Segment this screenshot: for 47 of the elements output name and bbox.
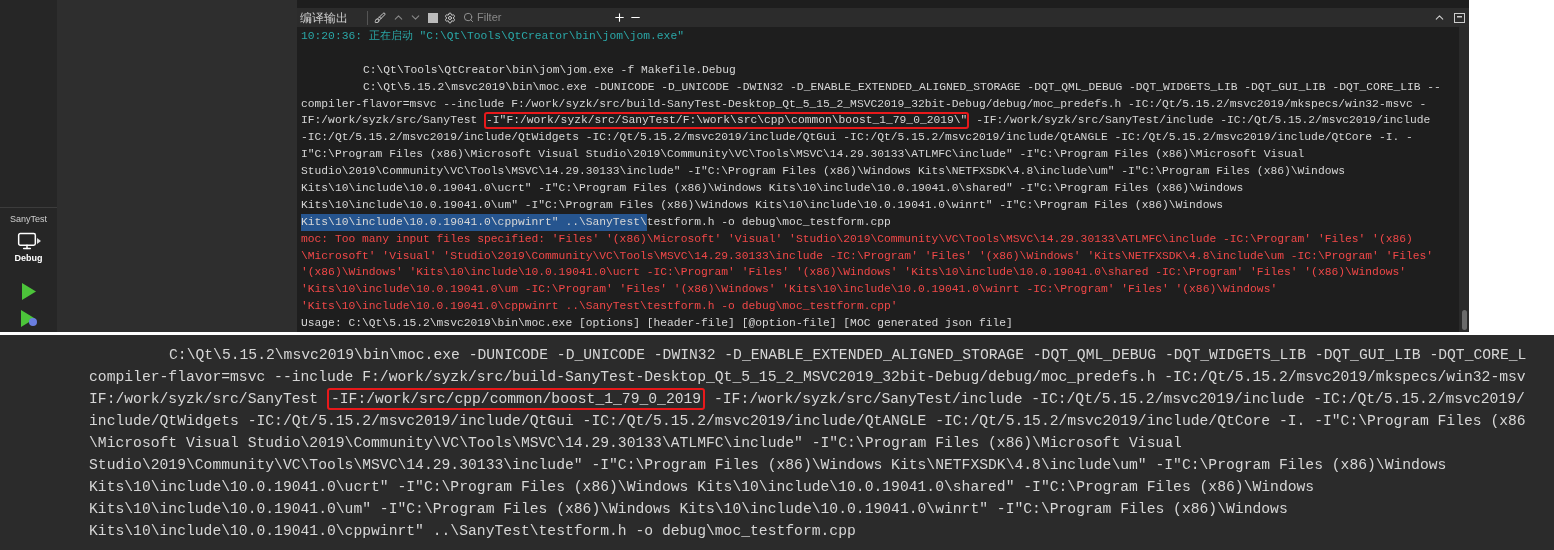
selected-text: Kits\10\include\10.0.19041.0\cppwinrt" ..\SanyTest\ bbox=[301, 213, 647, 231]
clear-icon[interactable] bbox=[374, 11, 386, 24]
output-line: Studio\2019\Community\VC\Tools\MSVC\14.29.30133\include" -I"C:\Program Files (x86)\Windows Kits\NETFXSDK\4.8\include\um" -I"C:\Program Files (x86)\Windows bbox=[88, 456, 1448, 475]
output-text: IF:/work/syzk/src/SanyTest bbox=[301, 113, 479, 129]
output-text: -IF:/work/syzk/src/SanyTest/include -IC:/Qt/5.15.2/msvc2019/include -IC:/Qt/5.15.2/msvc2019/ bbox=[713, 390, 1525, 409]
pane-title: 编译输出 bbox=[299, 9, 349, 27]
output-line: Kits\10\include\10.0.19041.0\um" -I"C:\Program Files (x86)\Windows Kits\10\include\10.0.19041.0\winrt" -I"C:\Program Files (x86)\Windows bbox=[88, 500, 1289, 519]
output-text: IF:/work/syzk/src/SanyTest bbox=[89, 390, 320, 409]
filter-field[interactable]: Filter bbox=[477, 9, 602, 26]
output-line: C:\Qt\5.15.2\msvc2019\bin\moc.exe -DUNICODE -D_UNICODE -DWIN32 -D_ENABLE_EXTENDED_ALIGNED_STORAGE -DQT_QML_DEBUG -DQT_WIDGETS_LIB -DQT_GUI_LIB -DQT_CORE_L bbox=[168, 346, 1528, 365]
output-line: I"C:\Program Files (x86)\Microsoft Visual Studio\2019\Community\VC\Tools\MSVC\14.29.30133\ATLMFC\include" -I"C:\Program Files (x86)\Microsoft Visual bbox=[300, 147, 1306, 163]
error-line: 'Kits\10\include\10.0.19041.0\um -IC:\Program' 'Files' '(x86)\Windows' 'Kits\10\include\10.0.19041.0\winrt -IC:\Program' 'Files' '(x86)\Windows' bbox=[300, 282, 1279, 298]
output-line: Studio\2019\Community\VC\Tools\MSVC\14.29.30133\include" -I"C:\Program Files (x86)\Windows Kits\NETFXSDK\4.8\include\um" -I"C:\Program Files (x86)\Windows bbox=[300, 164, 1346, 180]
stop-icon[interactable] bbox=[428, 12, 438, 23]
output-line: Kits\10\include\10.0.19041.0\um" -I"C:\Program Files (x86)\Windows Kits\10\include\10.0.19041.0\winrt" -I"C:\Program Files (x86)\Windows bbox=[300, 197, 1224, 213]
error-line: '(x86)\Windows' 'Kits\10\include\10.0.19041.0\ucrt -IC:\Program' 'Files' '(x86)\Windows' 'Kits\10\include\10.0.19041.0\shared -IC:\Program' 'Files' '(x86)\Windows' bbox=[300, 265, 1407, 281]
scrollbar[interactable] bbox=[1459, 27, 1469, 332]
error-line: moc: Too many input files specified: 'Files' '(x86)\Microsoft' 'Visual' 'Studio\2019\Community\VC\Tools\MSVC\14.29.30133\ATLMFC\include -IC:\Program' 'Files' '(x86) bbox=[300, 231, 1414, 247]
error-line: \Microsoft' 'Visual' 'Studio\2019\Community\VC\Tools\MSVC\14.29.30133\include -IC:\Program' 'Files' '(x86)\Windows' 'Kits\NETFXSDK\4.8\include\um -IC:\Program' 'Files' bbox=[300, 248, 1435, 264]
error-line: 'Kits\10\include\10.0.19041.0\cppwinrt ..\SanyTest\testform.h -o debug\moc_testform.cpp' bbox=[300, 299, 899, 315]
monitor-icon bbox=[16, 230, 37, 251]
output-line: 10:20:36: 正在启动 "C:\Qt\Tools\QtCreator\bin\jom\jom.exe" bbox=[300, 29, 685, 44]
highlight-box: -IF:/work/src/cpp/common/boost_1_79_0_2019 bbox=[327, 388, 706, 410]
settings-icon[interactable] bbox=[444, 11, 456, 24]
output-line: compiler-flavor=msvc --include F:/work/syzk/src/build-SanyTest-Desktop_Qt_5_15_2_MSVC2019_32bit-Debug/debug/moc_predefs.h -IC:/Qt/5.15.2/msvc2019/mkspecs/win32-msvc - bbox=[300, 96, 1428, 112]
maximize-icon[interactable] bbox=[1454, 12, 1465, 23]
run-icon[interactable] bbox=[20, 283, 37, 300]
output-text: testform.h -o debug\moc_testform.cpp bbox=[646, 214, 891, 230]
output-line: Kits\10\include\10.0.19041.0\ucrt" -I"C:\Program Files (x86)\Windows Kits\10\include\10.0.19041.0\shared" -I"C:\Program Files (x86)\Windows bbox=[300, 181, 1245, 196]
add-icon[interactable] bbox=[613, 11, 626, 24]
output-line: -IC:/Qt/5.15.2/msvc2019/include/QtWidgets -IC:/Qt/5.15.2/msvc2019/include/QtGui -IC:/Qt/5.15.2/msvc2019/include/QtANGLE -IC:/Qt/5.15.2/msvc2019/include/QtCore -I. - bbox=[300, 130, 1414, 146]
output-line: C:\Qt\Tools\QtCreator\bin\jom\jom.exe -f Makefile.Debug bbox=[362, 62, 737, 78]
output-line: include/QtWidgets -IC:/Qt/5.15.2/msvc2019/include/QtGui -IC:/Qt/5.15.2/msvc2019/include/QtANGLE -IC:/Qt/5.15.2/msvc2019/include/QtCore -I. -I"C:\Program Files (x86 bbox=[88, 412, 1527, 431]
caret-icon bbox=[36, 237, 41, 244]
build-config-label: Debug bbox=[14, 251, 43, 265]
output-line: Kits\10\include\10.0.19041.0\ucrt" -I"C:\Program Files (x86)\Windows Kits\10\include\10.0.19041.0\shared" -I"C:\Program Files (x86)\Windows bbox=[88, 478, 1316, 497]
debug-run-icon[interactable] bbox=[19, 310, 38, 327]
output-line: C:\Qt\5.15.2\msvc2019\bin\moc.exe -DUNICODE -D_UNICODE -DWIN32 -D_ENABLE_EXTENDED_ALIGNED_STORAGE -DQT_QML_DEBUG -DQT_WIDGETS_LIB -DQT_GUI_LIB -DQT_CORE_LIB -- bbox=[362, 79, 1442, 95]
highlight-box: -I"F:/work/syzk/src/SanyTest/F:\work\src\cpp\common\boost_1_79_0_2019\" bbox=[484, 112, 970, 130]
search-icon bbox=[463, 12, 474, 23]
output-line: Usage: C:\Qt\5.15.2\msvc2019\bin\moc.exe [options] [header-file] [@option-file] [MOC generated json file] bbox=[300, 316, 1014, 332]
project-label: SanyTest bbox=[10, 213, 47, 226]
output-line: compiler-flavor=msvc --include F:/work/syzk/src/build-SanyTest-Desktop_Qt_5_15_2_MSVC2019_32bit-Debug/debug/moc_predefs.h -IC:/Qt/5.15.2/msvc2019/mkspecs/win32-msv bbox=[88, 368, 1527, 387]
output-line: \Microsoft Visual Studio\2019\Community\VC\Tools\MSVC\14.29.30133\ATLMFC\include" -I"C:\Program Files (x86)\Microsoft Visual bbox=[88, 434, 1183, 453]
target-selector[interactable] bbox=[16, 230, 41, 251]
output-text: -IF:/work/syzk/src/SanyTest/include -IC:/Qt/5.15.2/msvc2019/include bbox=[975, 113, 1431, 129]
output-line: Kits\10\include\10.0.19041.0\cppwinrt" ..\SanyTest\testform.h -o debug\moc_testform.cpp bbox=[88, 522, 857, 541]
